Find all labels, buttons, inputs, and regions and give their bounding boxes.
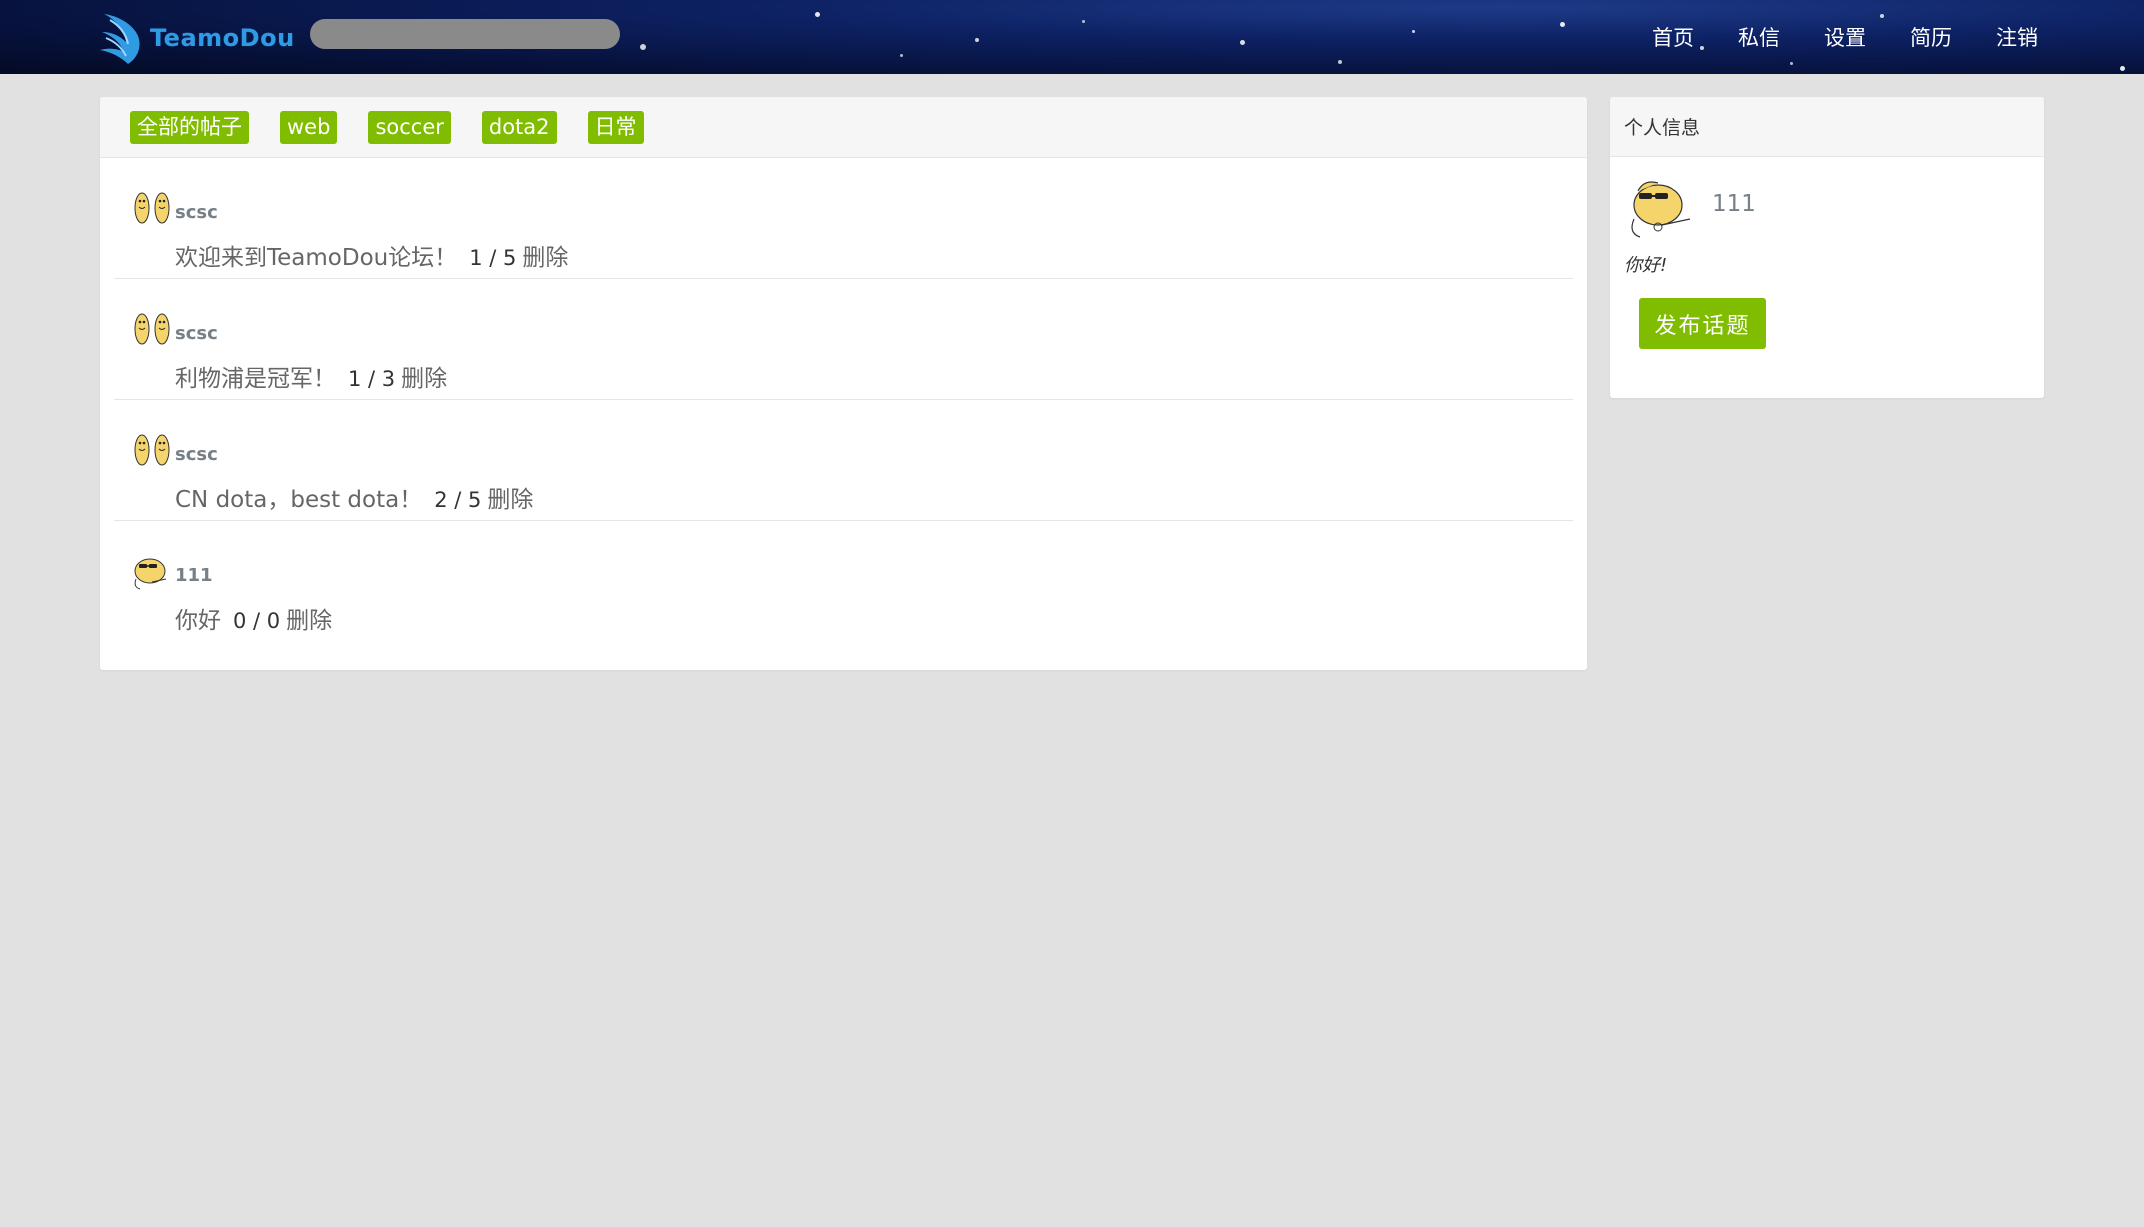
sunglasses-bird-icon[interactable]	[130, 549, 172, 591]
nav-resume-link[interactable]: 简历	[1910, 22, 1952, 52]
star-decoration	[1412, 30, 1415, 33]
tab-dota2[interactable]: dota2	[481, 110, 557, 144]
delete-topic-link[interactable]: 删除	[401, 359, 447, 393]
top-navbar: TeamoDou 首页 私信 设置 简历 注销	[0, 0, 2144, 74]
profile-signature: 你好!	[1624, 255, 1668, 276]
topic-title-row: 欢迎来到TeamoDou论坛！ 1 / 5 删除	[175, 238, 568, 272]
topic-author[interactable]: scsc	[175, 323, 218, 344]
topic-author[interactable]: 111	[175, 565, 213, 586]
topic-author[interactable]: scsc	[175, 202, 218, 223]
star-decoration	[900, 54, 903, 57]
wing-logo-icon	[100, 14, 140, 64]
topic-title-link[interactable]: 利物浦是冠军！	[175, 359, 336, 393]
delete-topic-link[interactable]: 删除	[286, 601, 332, 635]
category-tabs: 全部的帖子 web soccer dota2 日常	[100, 97, 1587, 158]
topic-title-link[interactable]: CN dota，best dota！	[175, 480, 422, 514]
topic-title-row: CN dota，best dota！ 2 / 5 删除	[175, 480, 533, 514]
profile-panel: 个人信息 111 你好! 发布话题	[1610, 97, 2044, 398]
tab-soccer[interactable]: soccer	[368, 110, 451, 144]
profile-panel-title: 个人信息	[1610, 97, 2044, 157]
star-decoration	[1240, 40, 1245, 45]
nav-logout-link[interactable]: 注销	[1996, 22, 2038, 52]
reply-view-count: 1 / 5	[469, 246, 517, 270]
star-decoration	[640, 44, 646, 50]
tab-web[interactable]: web	[280, 110, 338, 144]
tab-daily[interactable]: 日常	[587, 110, 644, 144]
topic-author[interactable]: scsc	[175, 444, 218, 465]
topic-list-panel: 全部的帖子 web soccer dota2 日常 scsc 欢迎来到Teamo…	[100, 97, 1587, 670]
profile-username[interactable]: 111	[1712, 191, 1756, 217]
nav-home-link[interactable]: 首页	[1652, 22, 1694, 52]
topic-row: 111 你好 0 / 0 删除	[114, 521, 1573, 642]
reply-view-count: 0 / 0	[233, 609, 281, 633]
twin-figures-icon[interactable]	[130, 428, 172, 470]
reply-view-count: 1 / 3	[348, 367, 396, 391]
star-decoration	[815, 12, 820, 17]
topic-title-link[interactable]: 你好	[175, 601, 221, 635]
topic-row: scsc CN dota，best dota！ 2 / 5 删除	[114, 400, 1573, 521]
twin-figures-icon[interactable]	[130, 186, 172, 228]
reply-view-count: 2 / 5	[434, 488, 482, 512]
sunglasses-bird-icon[interactable]	[1624, 171, 1694, 241]
topic-row: scsc 欢迎来到TeamoDou论坛！ 1 / 5 删除	[114, 158, 1573, 279]
star-decoration	[1082, 20, 1085, 23]
star-decoration	[1560, 22, 1565, 27]
nav-settings-link[interactable]: 设置	[1824, 22, 1866, 52]
star-decoration	[975, 38, 979, 42]
star-decoration	[2120, 66, 2125, 71]
logo-text: TeamoDou	[150, 24, 295, 52]
delete-topic-link[interactable]: 删除	[487, 480, 533, 514]
new-topic-button[interactable]: 发布话题	[1639, 298, 1766, 349]
topic-title-row: 你好 0 / 0 删除	[175, 601, 332, 635]
search-input[interactable]	[310, 19, 620, 49]
delete-topic-link[interactable]: 删除	[522, 238, 568, 272]
tab-all-posts[interactable]: 全部的帖子	[130, 110, 249, 144]
star-decoration	[1338, 60, 1342, 64]
topic-row: scsc 利物浦是冠军！ 1 / 3 删除	[114, 279, 1573, 400]
twin-figures-icon[interactable]	[130, 307, 172, 349]
site-logo[interactable]: TeamoDou	[94, 10, 295, 66]
topic-title-row: 利物浦是冠军！ 1 / 3 删除	[175, 359, 447, 393]
main-nav: 首页 私信 设置 简历 注销	[1608, 0, 2038, 74]
nav-messages-link[interactable]: 私信	[1738, 22, 1780, 52]
topic-title-link[interactable]: 欢迎来到TeamoDou论坛！	[175, 238, 457, 272]
